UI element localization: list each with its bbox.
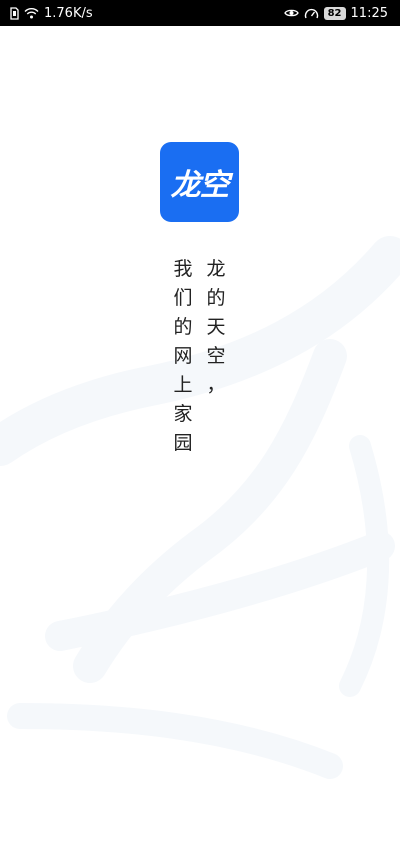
- status-bar-left: 1.76K/s: [10, 6, 93, 21]
- app-logo: 龙空: [160, 142, 239, 222]
- slogan-char: 上: [173, 374, 193, 396]
- battery-icon: 82: [323, 6, 346, 20]
- sim-icon: [10, 6, 19, 20]
- slogan-char: 龙: [206, 258, 226, 280]
- network-speed: 1.76K/s: [44, 5, 93, 21]
- slogan-line-1: 龙 的 天 空 ，: [204, 255, 228, 400]
- battery-level: 82: [327, 7, 342, 19]
- slogan-char: 天: [206, 316, 226, 338]
- eye-icon: [283, 8, 299, 18]
- slogan-char: 的: [173, 316, 193, 338]
- status-bar-right: 82 11:25: [283, 5, 388, 21]
- wifi-icon: [24, 7, 39, 19]
- slogan-char: 网: [173, 345, 193, 367]
- slogan-char: 园: [173, 432, 193, 454]
- clock: 11:25: [350, 5, 388, 21]
- speedometer-icon: [304, 7, 319, 20]
- status-bar: 1.76K/s 82 11:25: [0, 0, 400, 26]
- slogan-line-2: 我 们 的 网 上 家 园: [171, 255, 195, 458]
- slogan-char: ，: [206, 374, 226, 396]
- slogan-char: 空: [206, 345, 226, 367]
- slogan-char: 的: [206, 287, 226, 309]
- app-logo-text: 龙空: [170, 168, 230, 203]
- slogan-char: 们: [173, 287, 193, 309]
- slogan-char: 我: [173, 258, 193, 280]
- slogan-char: 家: [173, 403, 193, 425]
